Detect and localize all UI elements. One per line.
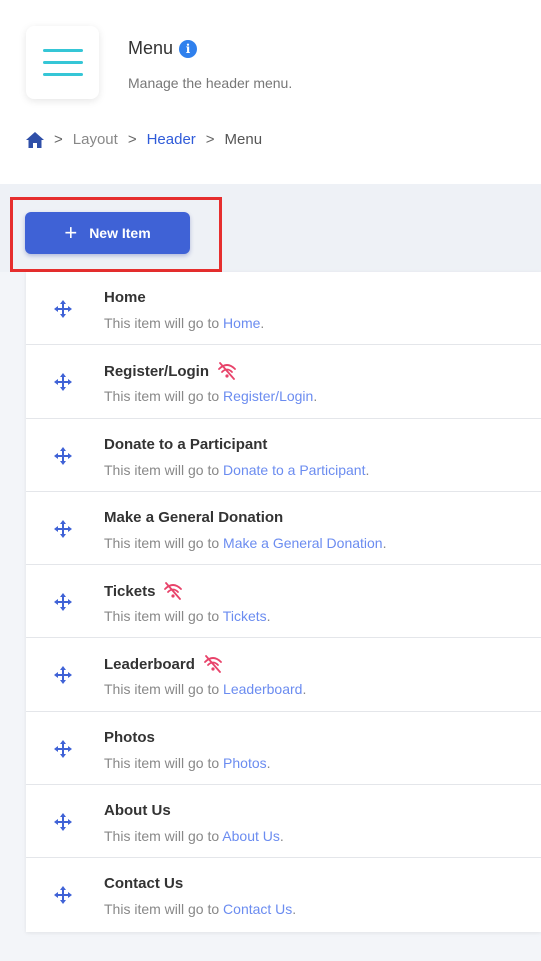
list-item-suffix: . (292, 901, 297, 918)
breadcrumb-separator: > (54, 131, 63, 148)
list-item[interactable]: Photos This item will go to Photos. (26, 712, 541, 786)
list-item-title-wrap: Home (104, 289, 146, 306)
drag-move-icon[interactable] (54, 519, 72, 538)
menu-tile[interactable] (26, 26, 99, 99)
list-item-suffix: . (266, 754, 271, 771)
hidden-icon[interactable] (203, 655, 223, 674)
list-item[interactable]: Tickets This item will go to Tickets. (26, 565, 541, 639)
list-item-description: This item will go to Photos. (104, 755, 271, 771)
list-item-title: Photos (104, 728, 155, 746)
list-item-title-wrap: Photos (104, 729, 155, 746)
breadcrumb-header[interactable]: Header (147, 131, 196, 148)
list-item-title-wrap: Tickets (104, 582, 183, 601)
hidden-icon[interactable] (217, 362, 237, 381)
list-item-title-wrap: Donate to a Participant (104, 436, 267, 453)
list-item-prefix: This item will go to (104, 534, 220, 551)
plus-icon: + (64, 220, 78, 245)
hamburger-menu-icon (42, 48, 83, 76)
list-item-suffix: . (302, 681, 307, 698)
page-title: Menu (128, 38, 174, 58)
list-item-target-link[interactable]: Contact Us (223, 901, 292, 917)
list-item[interactable]: Home This item will go to Home. (26, 272, 541, 346)
list-item-target-link[interactable]: Home (223, 315, 260, 331)
list-item-title-wrap: Leaderboard (104, 655, 223, 674)
drag-move-icon[interactable] (54, 739, 72, 758)
breadcrumb-menu: Menu (224, 131, 263, 148)
list-item-suffix: . (279, 828, 284, 845)
list-item-prefix: This item will go to (104, 608, 220, 625)
list-item-description: This item will go to Home. (104, 315, 264, 331)
drag-move-icon[interactable] (54, 886, 72, 905)
menu-item-list: Home This item will go to Home. Register/L… (26, 272, 541, 932)
breadcrumb-separator: > (127, 131, 137, 148)
list-item-target-link[interactable]: Make a General Donation (223, 535, 383, 551)
list-item-prefix: This item will go to (104, 754, 220, 771)
list-item-title: Register/Login (104, 362, 210, 380)
list-item[interactable]: Contact Us This item will go to Contact U… (26, 858, 541, 931)
list-item-prefix: This item will go to (104, 901, 220, 918)
list-item-prefix: This item will go to (104, 681, 220, 698)
list-item-prefix: This item will go to (104, 828, 220, 845)
drag-move-icon[interactable] (54, 373, 72, 392)
list-item-description: This item will go to Contact Us. (104, 901, 296, 917)
home-icon[interactable] (26, 131, 44, 148)
list-item[interactable]: Register/Login This item will go to Regis… (26, 345, 541, 419)
list-item-description: This item will go to About Us. (104, 828, 284, 844)
list-item-description: This item will go to Donate to a Partici… (104, 462, 369, 478)
new-item-button[interactable]: + New Item (25, 212, 190, 254)
drag-move-icon[interactable] (54, 300, 72, 318)
list-item-suffix: . (266, 608, 271, 625)
list-item-description: This item will go to Leaderboard. (104, 681, 306, 697)
drag-move-icon[interactable] (54, 813, 72, 832)
list-item[interactable]: Donate to a Participant This item will go… (26, 419, 541, 492)
list-item-prefix: This item will go to (104, 315, 220, 331)
list-item-target-link[interactable]: Photos (223, 755, 267, 771)
list-item[interactable]: Leaderboard This item will go to Leaderbo… (26, 638, 541, 712)
breadcrumb-separator: > (205, 131, 215, 148)
list-item-title-wrap: Contact Us (104, 875, 183, 892)
list-item-target-link[interactable]: Register/Login (223, 388, 313, 404)
info-icon[interactable]: i (179, 39, 198, 58)
list-item-prefix: This item will go to (104, 461, 220, 478)
hidden-icon[interactable] (163, 582, 183, 601)
list-item-suffix: . (260, 315, 265, 331)
list-item-title-wrap: Register/Login (104, 362, 237, 381)
breadcrumb-layout[interactable]: Layout (73, 131, 118, 148)
list-item-title-wrap: Make a General Donation (104, 509, 283, 526)
list-item-description: This item will go to Register/Login. (104, 388, 317, 404)
list-item[interactable]: About Us This item will go to About Us. (26, 785, 541, 859)
list-item-target-link[interactable]: Donate to a Participant (223, 462, 365, 478)
list-item-title: Leaderboard (104, 655, 195, 673)
page-title-wrap: Menu i (128, 38, 198, 59)
list-item-description: This item will go to Tickets. (104, 608, 271, 624)
list-item-title: Tickets (104, 582, 156, 600)
list-item-title: About Us (104, 802, 171, 820)
list-item-description: This item will go to Make a General Dona… (104, 535, 386, 551)
drag-move-icon[interactable] (54, 446, 72, 465)
list-item-title: Home (104, 289, 146, 306)
list-item-suffix: . (382, 534, 387, 551)
list-item-target-link[interactable]: About Us (222, 828, 280, 844)
new-item-label: New Item (89, 225, 151, 241)
list-item-target-link[interactable]: Leaderboard (223, 681, 302, 697)
breadcrumb: > Layout > Header > Menu (26, 131, 262, 148)
list-item-target-link[interactable]: Tickets (223, 608, 267, 624)
drag-move-icon[interactable] (54, 593, 72, 612)
page-header: Menu i Manage the header menu. > Layout … (0, 0, 541, 184)
drag-move-icon[interactable] (54, 666, 72, 685)
page-subtitle: Manage the header menu. (128, 75, 293, 91)
list-item-prefix: This item will go to (104, 388, 220, 405)
list-item-suffix: . (313, 388, 318, 405)
list-item-title: Make a General Donation (104, 508, 284, 526)
list-item-title: Donate to a Participant (104, 435, 268, 453)
list-item[interactable]: Make a General Donation This item will go… (26, 492, 541, 566)
list-item-title-wrap: About Us (104, 802, 171, 819)
list-item-title: Contact Us (104, 875, 184, 893)
list-item-suffix: . (365, 461, 370, 478)
